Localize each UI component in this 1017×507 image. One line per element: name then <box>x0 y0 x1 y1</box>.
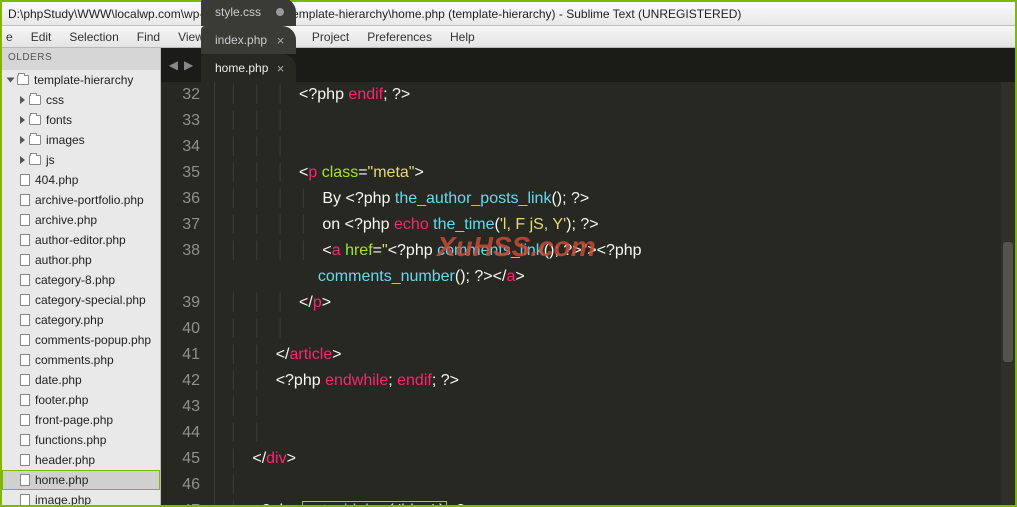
vertical-scrollbar[interactable] <box>1001 82 1015 505</box>
editor-tab[interactable]: style.css <box>201 0 296 26</box>
tab-label: index.php <box>215 33 267 47</box>
file-icon <box>20 334 30 346</box>
file-icon <box>20 414 30 426</box>
file-icon <box>20 254 30 266</box>
tree-folder[interactable]: js <box>2 150 160 170</box>
dirty-dot-icon <box>276 8 284 16</box>
tree-file[interactable]: archive-portfolio.php <box>2 190 160 210</box>
forward-icon[interactable]: ▶ <box>184 58 193 72</box>
folder-icon <box>29 115 41 125</box>
file-icon <box>20 454 30 466</box>
chevron-right-icon <box>20 116 25 124</box>
title-text: D:\phpStudy\WWW\localwp.com\wp-content\t… <box>8 7 741 21</box>
code-area[interactable]: 32333435363738 39404142434445464748 │ │ … <box>161 82 1015 505</box>
back-icon[interactable]: ◀ <box>169 58 178 72</box>
tree-file[interactable]: front-page.php <box>2 410 160 430</box>
file-icon <box>20 194 30 206</box>
tree-file[interactable]: header.php <box>2 450 160 470</box>
tree-folder[interactable]: css <box>2 90 160 110</box>
file-icon <box>20 434 30 446</box>
chevron-right-icon <box>20 156 25 164</box>
tree-file[interactable]: archive.php <box>2 210 160 230</box>
sidebar-header: OLDERS <box>2 48 160 70</box>
scrollbar-thumb[interactable] <box>1003 242 1013 362</box>
tree-file[interactable]: home.php <box>2 470 160 490</box>
file-icon <box>20 174 30 186</box>
folder-icon <box>29 155 41 165</box>
sidebar: OLDERS template-hierarchy css fonts imag… <box>2 48 161 505</box>
file-icon <box>20 394 30 406</box>
menu-file[interactable]: e <box>6 30 13 44</box>
editor-pane: ◀ ▶ style.cssindex.php×home.php× 3233343… <box>161 48 1015 505</box>
tree-file[interactable]: author-editor.php <box>2 230 160 250</box>
file-icon <box>20 374 30 386</box>
file-icon <box>20 234 30 246</box>
code-content[interactable]: │ │ │ <?php endif; ?>│ │ │ │ │ │ │ │ │ <… <box>215 82 1015 505</box>
editor-tab[interactable]: home.php × <box>201 54 296 82</box>
close-icon[interactable]: × <box>277 61 285 76</box>
menu-selection[interactable]: Selection <box>69 30 118 44</box>
tree-file[interactable]: author.php <box>2 250 160 270</box>
menu-bar: e Edit Selection Find View Goto Tools Pr… <box>2 26 1015 48</box>
file-icon <box>20 294 30 306</box>
line-gutter: 32333435363738 39404142434445464748 <box>161 82 215 505</box>
file-icon <box>20 474 30 486</box>
window-titlebar: D:\phpStudy\WWW\localwp.com\wp-content\t… <box>2 2 1015 26</box>
tree-file[interactable]: comments.php <box>2 350 160 370</box>
menu-find[interactable]: Find <box>137 30 160 44</box>
tree-file[interactable]: category.php <box>2 310 160 330</box>
menu-project[interactable]: Project <box>312 30 349 44</box>
menu-edit[interactable]: Edit <box>31 30 52 44</box>
chevron-right-icon <box>20 136 25 144</box>
tree-file[interactable]: footer.php <box>2 390 160 410</box>
file-icon <box>20 354 30 366</box>
file-icon <box>20 214 30 226</box>
tree-file[interactable]: 404.php <box>2 170 160 190</box>
tree-file[interactable]: image.php <box>2 490 160 505</box>
file-icon <box>20 314 30 326</box>
tree-file[interactable]: functions.php <box>2 430 160 450</box>
tree-folder[interactable]: images <box>2 130 160 150</box>
tree-file[interactable]: category-special.php <box>2 290 160 310</box>
tab-bar: ◀ ▶ style.cssindex.php×home.php× <box>161 48 1015 82</box>
tree-folder[interactable]: fonts <box>2 110 160 130</box>
chevron-right-icon <box>20 96 25 104</box>
tree-file[interactable]: category-8.php <box>2 270 160 290</box>
tab-label: home.php <box>215 61 268 75</box>
close-icon[interactable]: × <box>277 33 285 48</box>
tab-label: style.css <box>215 5 261 19</box>
file-icon <box>20 274 30 286</box>
chevron-down-icon <box>7 78 15 83</box>
tree-root[interactable]: template-hierarchy <box>2 70 160 90</box>
main-area: OLDERS template-hierarchy css fonts imag… <box>2 48 1015 505</box>
menu-preferences[interactable]: Preferences <box>367 30 432 44</box>
tree-file[interactable]: date.php <box>2 370 160 390</box>
menu-help[interactable]: Help <box>450 30 475 44</box>
folder-tree: template-hierarchy css fonts images js 4… <box>2 70 160 505</box>
folder-icon <box>29 135 41 145</box>
nav-arrows[interactable]: ◀ ▶ <box>161 48 201 82</box>
folder-icon <box>29 95 41 105</box>
file-icon <box>20 494 30 505</box>
editor-tab[interactable]: index.php × <box>201 26 296 54</box>
tree-file[interactable]: comments-popup.php <box>2 330 160 350</box>
folder-icon <box>17 75 29 85</box>
